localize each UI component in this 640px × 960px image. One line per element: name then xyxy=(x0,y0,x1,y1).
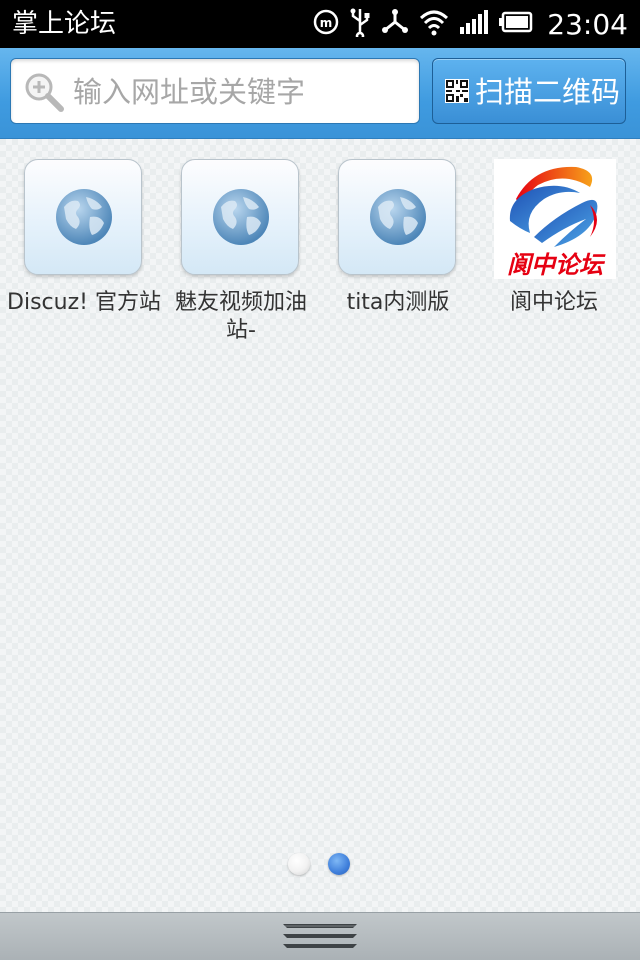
status-time: 23:04 xyxy=(547,7,628,41)
status-app-title: 掌上论坛 xyxy=(12,9,117,39)
wifi-icon xyxy=(419,8,449,40)
search-input[interactable]: 输入网址或关键字 xyxy=(10,58,420,124)
bottom-bar xyxy=(0,912,640,960)
shortcut-label: 魅友视频加油站- xyxy=(174,290,307,343)
search-placeholder: 输入网址或关键字 xyxy=(73,75,306,109)
search-icon xyxy=(23,71,65,113)
globe-icon xyxy=(211,187,271,247)
shortcut-grid: Discuz! 官方站 魅友视频加油站- tita内测版 阆中论坛 阆中论坛 xyxy=(0,139,640,912)
address-bar: 输入网址或关键字 扫描二维码 xyxy=(0,48,640,139)
battery-icon xyxy=(499,11,533,37)
scan-qr-label: 扫描二维码 xyxy=(475,75,621,109)
globe-icon xyxy=(368,187,428,247)
svg-text:m: m xyxy=(320,16,333,30)
m-icon: m xyxy=(313,9,339,39)
shortcut-label: 阆中论坛 xyxy=(509,290,598,315)
shortcut-tile[interactable] xyxy=(181,159,299,275)
menu-handle-icon[interactable] xyxy=(279,918,361,956)
signal-icon xyxy=(459,9,489,39)
status-icons: m 23:04 xyxy=(313,0,628,48)
share-icon xyxy=(381,8,409,40)
shortcut-label: Discuz! 官方站 xyxy=(7,290,161,315)
qr-code-icon xyxy=(445,79,469,103)
shortcut-label: tita内测版 xyxy=(346,290,450,315)
forum-logo[interactable]: 阆中论坛 xyxy=(494,159,616,279)
globe-icon xyxy=(54,187,114,247)
scan-qr-button[interactable]: 扫描二维码 xyxy=(432,58,626,124)
page-dot-active[interactable] xyxy=(328,853,350,875)
shortcut-tile[interactable] xyxy=(24,159,142,275)
svg-text:阆中论坛: 阆中论坛 xyxy=(507,250,606,279)
page-indicator xyxy=(0,853,640,877)
page-dot[interactable] xyxy=(288,853,310,875)
usb-icon xyxy=(349,7,371,41)
shortcut-tile[interactable] xyxy=(338,159,456,275)
status-bar: 掌上论坛 m 23:04 xyxy=(0,0,640,48)
